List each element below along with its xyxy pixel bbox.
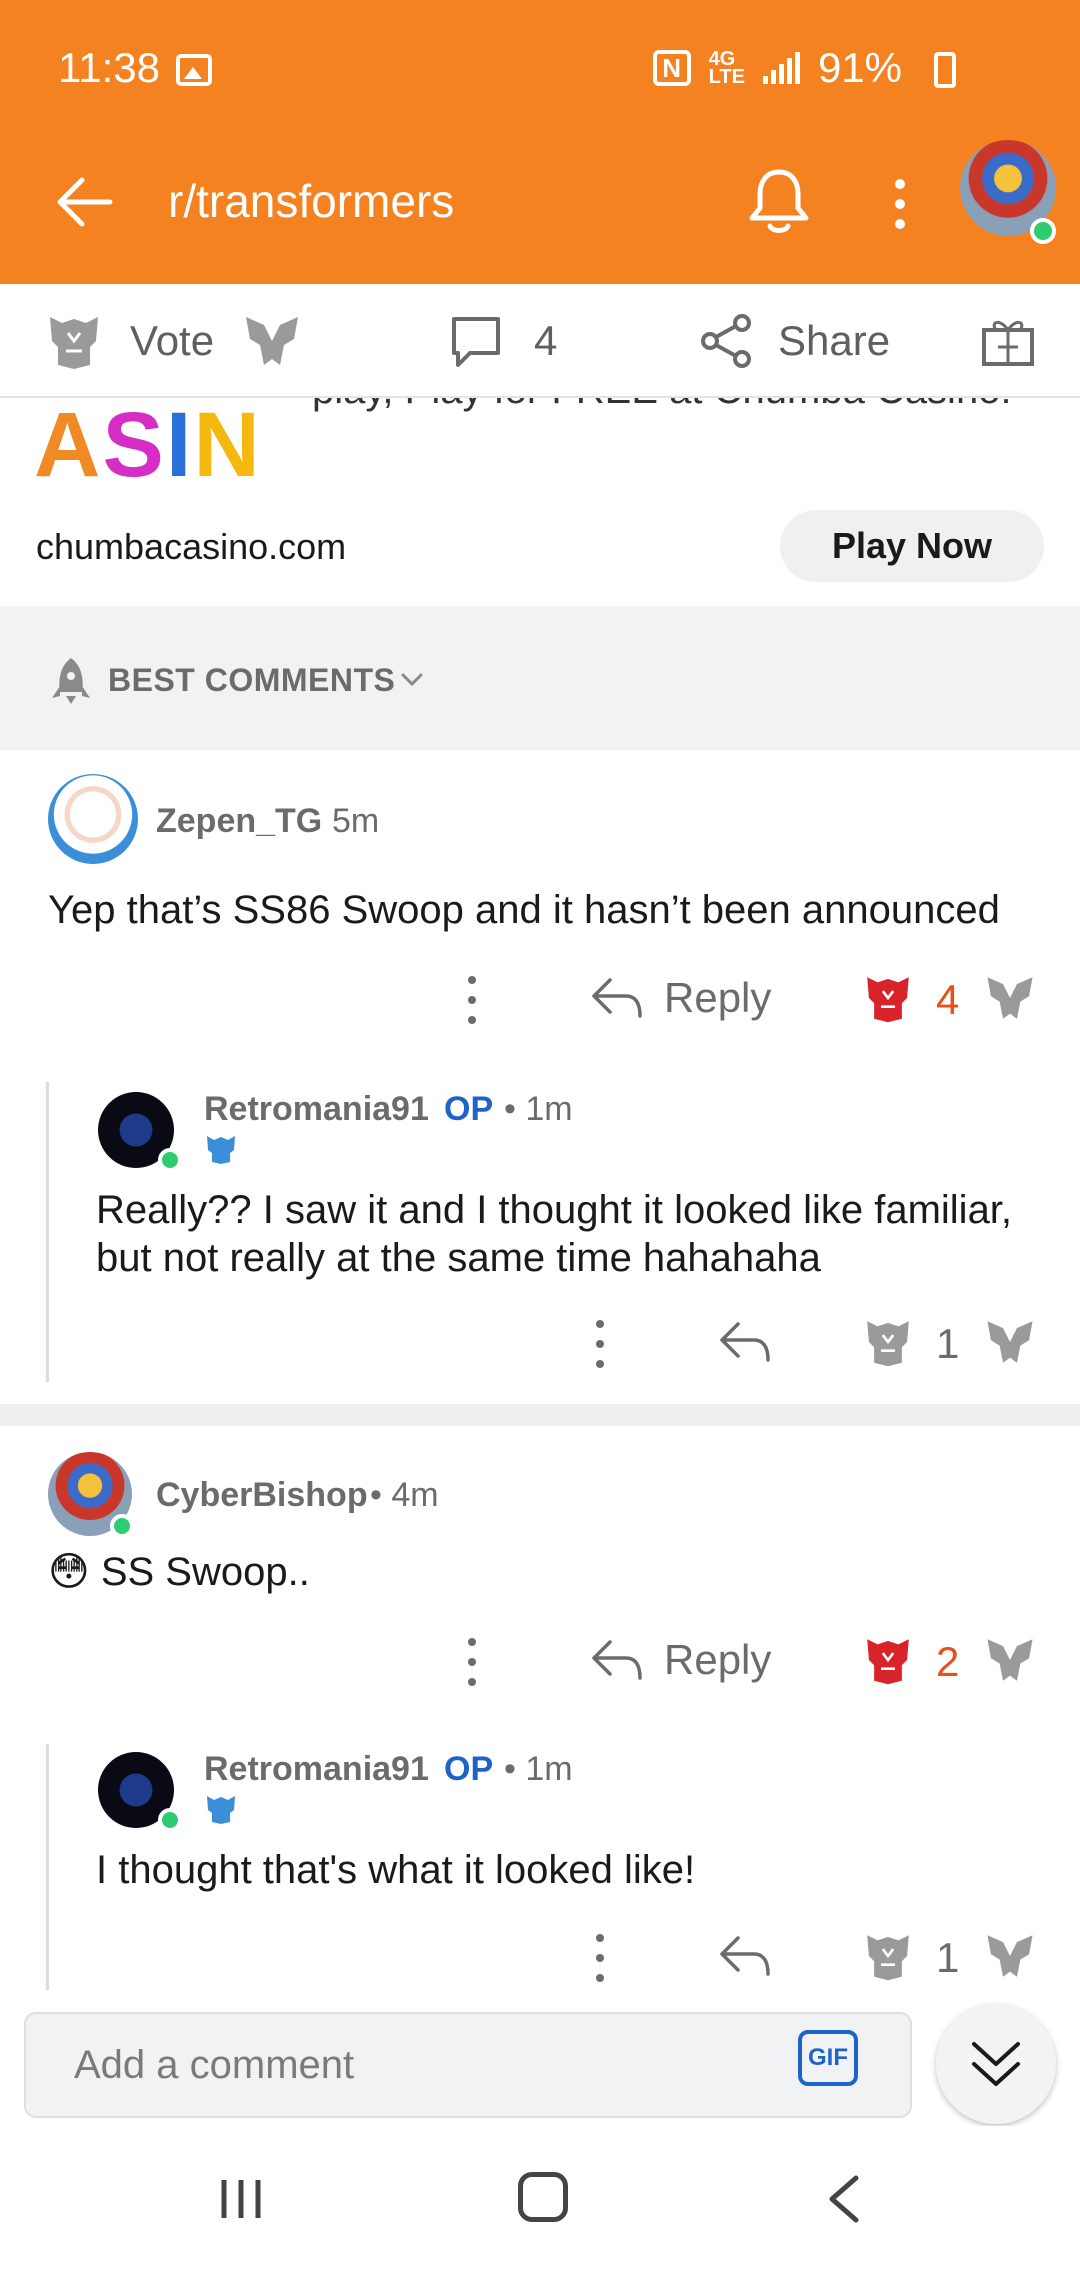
comment-author[interactable]: CyberBishop	[156, 1476, 368, 1515]
rocket-icon	[52, 658, 90, 704]
online-indicator	[1030, 218, 1056, 244]
battery-percent: 91%	[817, 44, 902, 91]
comment-time: 5m	[332, 802, 380, 840]
downvote-icon[interactable]	[984, 1634, 1036, 1686]
comment-thread: CyberBishop • 4m 😳 SS Swoop.. Reply 2 Re…	[0, 1426, 1080, 1990]
more-vert-icon[interactable]	[888, 176, 912, 232]
comments-button[interactable]: 4	[446, 284, 557, 398]
thread-line[interactable]	[46, 1744, 49, 1990]
status-bar: 11:38 N 4G LTE 91%	[0, 0, 1080, 140]
status-indicators: N 4G LTE 91%	[652, 44, 902, 92]
reply-button[interactable]: Reply	[664, 974, 771, 1022]
autobot-flair-icon	[207, 1136, 235, 1164]
home-icon[interactable]	[518, 2172, 568, 2222]
system-nav-bar	[0, 2126, 1080, 2280]
reply-icon[interactable]	[716, 1932, 772, 1980]
comment-composer: Add a comment GIF	[0, 1990, 1080, 2126]
op-badge: OP	[444, 1090, 494, 1128]
subreddit-header: r/transformers	[0, 140, 1080, 284]
back-arrow-icon[interactable]	[52, 170, 116, 234]
reply-icon[interactable]	[716, 1318, 772, 1366]
double-chevron-down-icon	[972, 2042, 1020, 2086]
op-badge: OP	[444, 1750, 494, 1788]
play-now-button[interactable]: Play Now	[780, 510, 1044, 582]
downvote-icon[interactable]	[984, 972, 1036, 1024]
promoted-ad: play, Play for FREE at Chumba Casino! AS…	[0, 398, 1080, 606]
nfc-icon: N	[652, 50, 691, 86]
share-label: Share	[778, 317, 891, 364]
ad-headline: play, Play for FREE at Chumba Casino!	[312, 398, 1012, 413]
comment-score: 4	[936, 976, 960, 1023]
reply-body: Really?? I saw it and I thought it looke…	[96, 1188, 1013, 1280]
chevron-down-icon	[401, 673, 423, 687]
more-options-icon[interactable]	[462, 970, 482, 1030]
thread-line[interactable]	[46, 1082, 49, 1382]
reply-icon[interactable]	[588, 974, 644, 1022]
reply-button[interactable]: Reply	[664, 1636, 771, 1684]
reply-body: I thought that's what it looked like!	[96, 1848, 696, 1892]
reply-icon[interactable]	[588, 1636, 644, 1684]
award-gift-icon[interactable]	[978, 310, 1038, 370]
gif-button[interactable]: GIF	[798, 2030, 858, 2086]
subreddit-title[interactable]: r/transformers	[168, 174, 454, 228]
upvote-icon[interactable]	[862, 972, 914, 1024]
app-top-bar: 11:38 N 4G LTE 91% r/transformers	[0, 0, 1080, 284]
comment-body: Yep that’s SS86 Swoop and it hasn’t been…	[48, 888, 1000, 932]
comment-count: 4	[534, 317, 558, 364]
thread-divider	[0, 1404, 1080, 1426]
avatar[interactable]	[48, 774, 138, 864]
recent-apps-icon[interactable]	[218, 2176, 264, 2222]
more-options-icon[interactable]	[590, 1314, 610, 1374]
comment-score: 2	[936, 1638, 960, 1685]
upvote-icon[interactable]	[862, 1316, 914, 1368]
vote-group: Vote	[44, 284, 302, 398]
comment-thread: Zepen_TG 5m Yep that’s SS86 Swoop and it…	[0, 750, 1080, 1404]
gallery-notification-icon	[176, 54, 212, 86]
vote-label: Vote	[130, 317, 215, 364]
comment-time: • 4m	[370, 1476, 439, 1514]
reply-time: • 1m	[504, 1750, 573, 1788]
comment-bubble-icon	[452, 317, 500, 367]
autobot-flair-icon	[207, 1796, 235, 1824]
downvote-icon[interactable]	[984, 1316, 1036, 1368]
reply-score: 1	[936, 1934, 960, 1981]
upvote-icon[interactable]	[862, 1634, 914, 1686]
signal-icon	[762, 52, 800, 84]
decepticon-downvote-icon[interactable]	[242, 311, 302, 371]
reply-score: 1	[936, 1320, 960, 1367]
online-indicator	[158, 1808, 182, 1832]
reply-author[interactable]: Retromania91	[204, 1750, 429, 1789]
status-time: 11:38	[58, 44, 160, 91]
upvote-icon[interactable]	[862, 1930, 914, 1982]
share-icon	[701, 314, 751, 368]
online-indicator	[110, 1514, 134, 1538]
lte-icon: 4G LTE	[708, 48, 745, 88]
casino-logo[interactable]: ASIN	[34, 399, 278, 491]
ad-domain[interactable]: chumbacasino.com	[36, 526, 346, 568]
collapse-threads-button[interactable]	[936, 2004, 1056, 2124]
more-options-icon[interactable]	[462, 1632, 482, 1692]
comment-author[interactable]: Zepen_TG	[156, 802, 322, 841]
more-options-icon[interactable]	[590, 1928, 610, 1988]
bell-icon[interactable]	[746, 166, 812, 236]
downvote-icon[interactable]	[984, 1930, 1036, 1982]
sort-label: BEST COMMENTS	[108, 662, 396, 698]
add-comment-input[interactable]: Add a comment	[24, 2012, 912, 2118]
reply-time: • 1m	[504, 1090, 573, 1128]
flushed-emoji: 😳	[48, 1550, 90, 1594]
comment-body: 😳 SS Swoop..	[48, 1550, 310, 1594]
comment-sort-bar[interactable]: BEST COMMENTS	[0, 606, 1080, 750]
share-button[interactable]: Share	[696, 284, 890, 398]
reply-author[interactable]: Retromania91	[204, 1090, 429, 1129]
battery-charging-icon	[934, 52, 956, 88]
autobot-upvote-icon[interactable]	[44, 311, 104, 371]
post-action-bar: Vote 4 Share	[0, 284, 1080, 398]
back-nav-icon[interactable]	[824, 2174, 864, 2224]
online-indicator	[158, 1148, 182, 1172]
